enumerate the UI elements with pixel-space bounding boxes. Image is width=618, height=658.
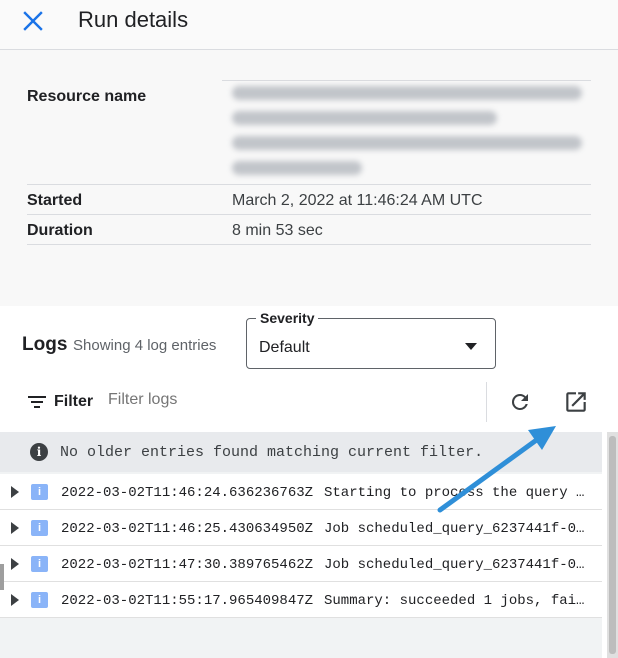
redacted-line: [232, 111, 497, 125]
filter-icon: [28, 395, 46, 409]
started-value: March 2, 2022 at 11:46:24 AM UTC: [232, 192, 483, 209]
no-older-entries-text: No older entries found matching current …: [60, 444, 484, 461]
page-title: Run details: [78, 7, 189, 32]
divider: [27, 184, 591, 185]
duration-label: Duration: [27, 222, 93, 239]
logs-section: Logs Showing 4 log entries Severity Defa…: [0, 306, 618, 658]
log-timestamp: 2022-03-02T11:46:24.636236763Z: [61, 485, 314, 501]
info-icon: i: [30, 443, 48, 461]
expand-arrow-icon[interactable]: [11, 522, 19, 534]
log-timestamp: 2022-03-02T11:55:17.965409847Z: [61, 593, 314, 609]
severity-select[interactable]: Severity Default: [246, 310, 496, 369]
caret-down-icon: [465, 343, 477, 350]
run-details-section: Resource name Started March 2, 2022 at 1…: [0, 51, 618, 306]
open-in-new-button[interactable]: [560, 386, 592, 418]
filter-label: Filter: [54, 393, 94, 410]
refresh-button[interactable]: [504, 386, 536, 418]
info-severity-icon: i: [31, 556, 48, 572]
resource-name-label: Resource name: [27, 88, 147, 105]
resource-name-value-redacted: [232, 86, 588, 178]
no-older-entries-banner: i No older entries found matching curren…: [0, 432, 602, 472]
filter-logs-input[interactable]: [108, 391, 468, 409]
expand-arrow-icon[interactable]: [11, 558, 19, 570]
log-entry-row[interactable]: i 2022-03-02T11:46:25.430634950Z Job sch…: [0, 510, 602, 546]
vertical-scrollbar[interactable]: [607, 432, 618, 658]
log-entry-count: Showing 4 log entries: [73, 337, 217, 354]
scrollbar-thumb[interactable]: [609, 436, 616, 654]
log-message: Job scheduled_query_6237441f-00…: [324, 521, 592, 537]
expand-arrow-icon[interactable]: [11, 486, 19, 498]
info-severity-icon: i: [31, 592, 48, 608]
log-message: Starting to process the query j…: [324, 485, 592, 501]
open-in-new-icon: [566, 392, 586, 412]
divider: [27, 214, 591, 215]
filter-button[interactable]: Filter: [28, 388, 93, 416]
close-button[interactable]: [18, 6, 48, 36]
divider: [27, 244, 591, 245]
close-icon: [23, 11, 43, 31]
left-edge-handle: [0, 564, 4, 590]
severity-label: Severity: [256, 310, 319, 326]
refresh-icon: [511, 393, 528, 410]
logs-title: Logs: [22, 334, 68, 355]
log-entries-list: i No older entries found matching curren…: [0, 432, 602, 658]
info-severity-icon: i: [31, 520, 48, 536]
divider: [222, 80, 591, 81]
info-severity-icon: i: [31, 484, 48, 500]
redacted-line: [232, 86, 582, 100]
log-entry-row[interactable]: i 2022-03-02T11:47:30.389765462Z Job sch…: [0, 546, 602, 582]
log-message: Job scheduled_query_6237441f-00…: [324, 557, 592, 573]
dialog-header: Run details: [0, 0, 618, 50]
severity-selected-value: Default: [259, 339, 310, 356]
toolbar-divider: [486, 382, 487, 422]
log-timestamp: 2022-03-02T11:47:30.389765462Z: [61, 557, 314, 573]
log-entry-row[interactable]: i 2022-03-02T11:55:17.965409847Z Summary…: [0, 582, 602, 618]
redacted-line: [232, 161, 362, 175]
log-timestamp: 2022-03-02T11:46:25.430634950Z: [61, 521, 314, 537]
started-label: Started: [27, 192, 83, 209]
expand-arrow-icon[interactable]: [11, 594, 19, 606]
redacted-line: [232, 136, 582, 150]
log-message: Summary: succeeded 1 jobs, fail…: [324, 593, 592, 609]
log-entry-row[interactable]: i 2022-03-02T11:46:24.636236763Z Startin…: [0, 474, 602, 510]
duration-value: 8 min 53 sec: [232, 222, 323, 239]
